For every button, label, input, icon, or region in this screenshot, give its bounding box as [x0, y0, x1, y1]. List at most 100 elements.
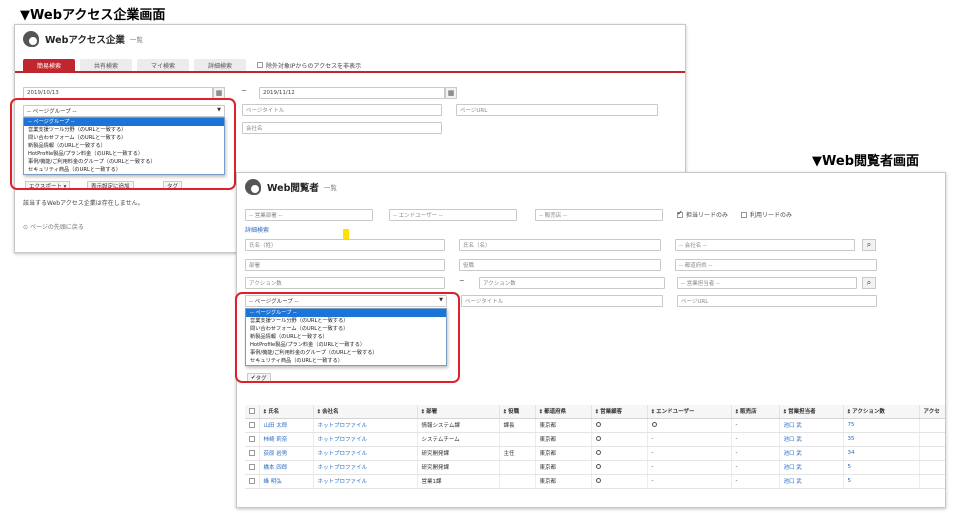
row-checkbox[interactable] [245, 446, 260, 461]
app-logo-icon [23, 31, 39, 47]
row-name[interactable]: 橋本 四郎 [259, 460, 314, 475]
row-name[interactable]: 柿崎 莉奈 [259, 432, 314, 447]
col-header-access[interactable]: アクセ [919, 405, 945, 419]
page-title-input[interactable]: ページタイトル [461, 295, 663, 307]
row-sales-rep[interactable]: 池口 武 [779, 446, 844, 461]
row-sales-rep[interactable]: 池口 武 [779, 460, 844, 475]
select-all-checkbox[interactable] [245, 405, 260, 419]
row-end-user: - [647, 446, 732, 461]
exclude-ip-checkbox[interactable]: 除外対象IPからのアクセスを非表示 [257, 59, 361, 71]
row-prefecture: 東京都 [535, 460, 592, 475]
row-name[interactable]: 荻原 岩男 [259, 446, 314, 461]
row-company[interactable]: ホットプロファイル [313, 474, 418, 489]
row-checkbox[interactable] [245, 460, 260, 475]
action-count-from-input[interactable]: アクション数 [245, 277, 445, 289]
row-action-count[interactable]: 5 [843, 474, 920, 489]
row-company[interactable]: ホットプロファイル [313, 446, 418, 461]
col-header-prefecture[interactable]: ‡ 都道府県 [535, 405, 592, 419]
row-end-user: - [647, 474, 732, 489]
row-sales-rep[interactable]: 池口 武 [779, 474, 844, 489]
table-body: 山田 太郎 ホットプロファイル 情報システム課 課長 東京都 - 池口 武 75 柿崎 莉奈 ホッ… [245, 418, 945, 489]
use-lead-only-checkbox[interactable]: 利用リードのみ [741, 210, 792, 219]
row-checkbox[interactable] [245, 474, 260, 489]
col-header-department[interactable]: ‡ 部署 [417, 405, 500, 419]
row-dealer: - [731, 432, 780, 447]
circle-icon [595, 464, 601, 469]
company-name-input[interactable]: 会社名 [242, 122, 442, 134]
row-checkbox[interactable] [245, 432, 260, 447]
circle-icon [595, 478, 601, 483]
table-row[interactable]: 橋本 四郎 ホットプロファイル 研究開発課 東京都 - - 池口 武5 [245, 460, 945, 475]
tab-simple-search[interactable]: 簡易検索 [23, 59, 75, 71]
app-header: Webアクセス企業 一覧 [15, 25, 685, 53]
app-header: Web閲覧者 一覧 [237, 173, 945, 201]
row-company[interactable]: ホットプロファイル [313, 418, 418, 433]
col-header-sales-rep[interactable]: ‡ 営業担当者 [779, 405, 844, 419]
row-customer [591, 446, 648, 461]
checkbox-icon [249, 435, 255, 442]
checkbox-icon [257, 62, 263, 68]
page-title-input[interactable]: ページタイトル [242, 104, 442, 116]
search-icon[interactable]: ⌕ [862, 239, 876, 251]
first-name-input[interactable]: 氏名（名） [459, 239, 661, 251]
table-header-row: ‡ 氏名 ‡ 会社名 ‡ 部署 ‡ 役職 ‡ 都道府県 ‡ 営業顧客 ‡ エンド… [245, 405, 945, 419]
lead-only-label: 担当リードのみ [686, 212, 729, 219]
tab-shared-search[interactable]: 共有検索 [80, 59, 132, 71]
action-count-to-input[interactable]: アクション数 [479, 277, 665, 289]
sales-rep-select[interactable]: -- 営業担当者 -- [677, 277, 857, 289]
row-access [919, 418, 945, 433]
detail-search-link[interactable]: 詳細検索 [245, 225, 269, 234]
position-input[interactable]: 役職 [459, 259, 661, 271]
search-icon[interactable]: ⌕ [862, 277, 876, 289]
search-tabs: 簡易検索 共有検索 マイ検索 詳細検索 除外対象IPからのアクセスを非表示 [23, 59, 361, 71]
col-header-end-user[interactable]: ‡ エンドユーザー [647, 405, 732, 419]
row-action-count[interactable]: 35 [843, 432, 920, 447]
prefecture-select[interactable]: -- 都道府県 -- [675, 259, 877, 271]
department-input[interactable]: 部署 [245, 259, 445, 271]
col-header-position[interactable]: ‡ 役職 [499, 405, 536, 419]
end-user-select[interactable]: -- エンドユーザー -- [389, 209, 517, 221]
dealer-select[interactable]: -- 販売店 -- [535, 209, 663, 221]
page-url-input[interactable]: ページURL [677, 295, 877, 307]
row-company[interactable]: ホットプロファイル [313, 432, 418, 447]
row-access [919, 460, 945, 475]
page-title: Webアクセス企業 [45, 35, 125, 46]
row-customer [591, 460, 648, 475]
page-url-input[interactable]: ページURL [456, 104, 658, 116]
row-company[interactable]: ホットプロファイル [313, 460, 418, 475]
col-header-customer[interactable]: ‡ 営業顧客 [591, 405, 648, 419]
col-header-name[interactable]: ‡ 氏名 [259, 405, 314, 419]
sales-dept-select[interactable]: -- 営業部署 -- [245, 209, 373, 221]
table-row[interactable]: 峰 明弘 ホットプロファイル 営業1課 東京都 - - 池口 武5 [245, 474, 945, 489]
last-name-input[interactable]: 氏名（姓） [245, 239, 445, 251]
calendar-icon[interactable]: ▦ [445, 87, 457, 99]
row-end-user: - [647, 460, 732, 475]
caption-viewer-screen: ▼Web閲覧者画面 [812, 154, 919, 169]
lead-only-checkbox[interactable]: 担当リードのみ [677, 209, 729, 219]
tab-detail-search[interactable]: 詳細検索 [194, 59, 246, 71]
range-tilde: ~ [241, 87, 247, 95]
date-to-input[interactable]: 2019/11/12 [259, 87, 445, 99]
row-action-count[interactable]: 5 [843, 460, 920, 475]
row-name[interactable]: 峰 明弘 [259, 474, 314, 489]
row-action-count[interactable]: 34 [843, 446, 920, 461]
row-sales-rep[interactable]: 池口 武 [779, 418, 844, 433]
row-name[interactable]: 山田 太郎 [259, 418, 314, 433]
row-checkbox[interactable] [245, 418, 260, 433]
checkbox-icon [741, 211, 747, 218]
company-name-select[interactable]: -- 会社名 -- [675, 239, 855, 251]
row-end-user: - [647, 432, 732, 447]
table-row[interactable]: 荻原 岩男 ホットプロファイル 研究開発課 主任 東京都 - - 池口 武 34 [245, 446, 945, 461]
back-to-top-link[interactable]: ⊙ ページの先頭に戻る [23, 222, 84, 231]
row-action-count[interactable]: 75 [843, 418, 920, 433]
col-header-company[interactable]: ‡ 会社名 [313, 405, 418, 419]
row-sales-rep[interactable]: 池口 武 [779, 432, 844, 447]
row-prefecture: 東京都 [535, 432, 592, 447]
tab-my-search[interactable]: マイ検索 [137, 59, 189, 71]
col-header-dealer[interactable]: ‡ 販売店 [731, 405, 780, 419]
table-row[interactable]: 山田 太郎 ホットプロファイル 情報システム課 課長 東京都 - 池口 武 75 [245, 418, 945, 433]
table-row[interactable]: 柿崎 莉奈 ホットプロファイル システムチーム 東京都 - - 池口 武 35 [245, 432, 945, 447]
annotation-highlight-frame [235, 292, 460, 383]
circle-icon [595, 450, 601, 455]
col-header-action-count[interactable]: ‡ アクション数 [843, 405, 920, 419]
